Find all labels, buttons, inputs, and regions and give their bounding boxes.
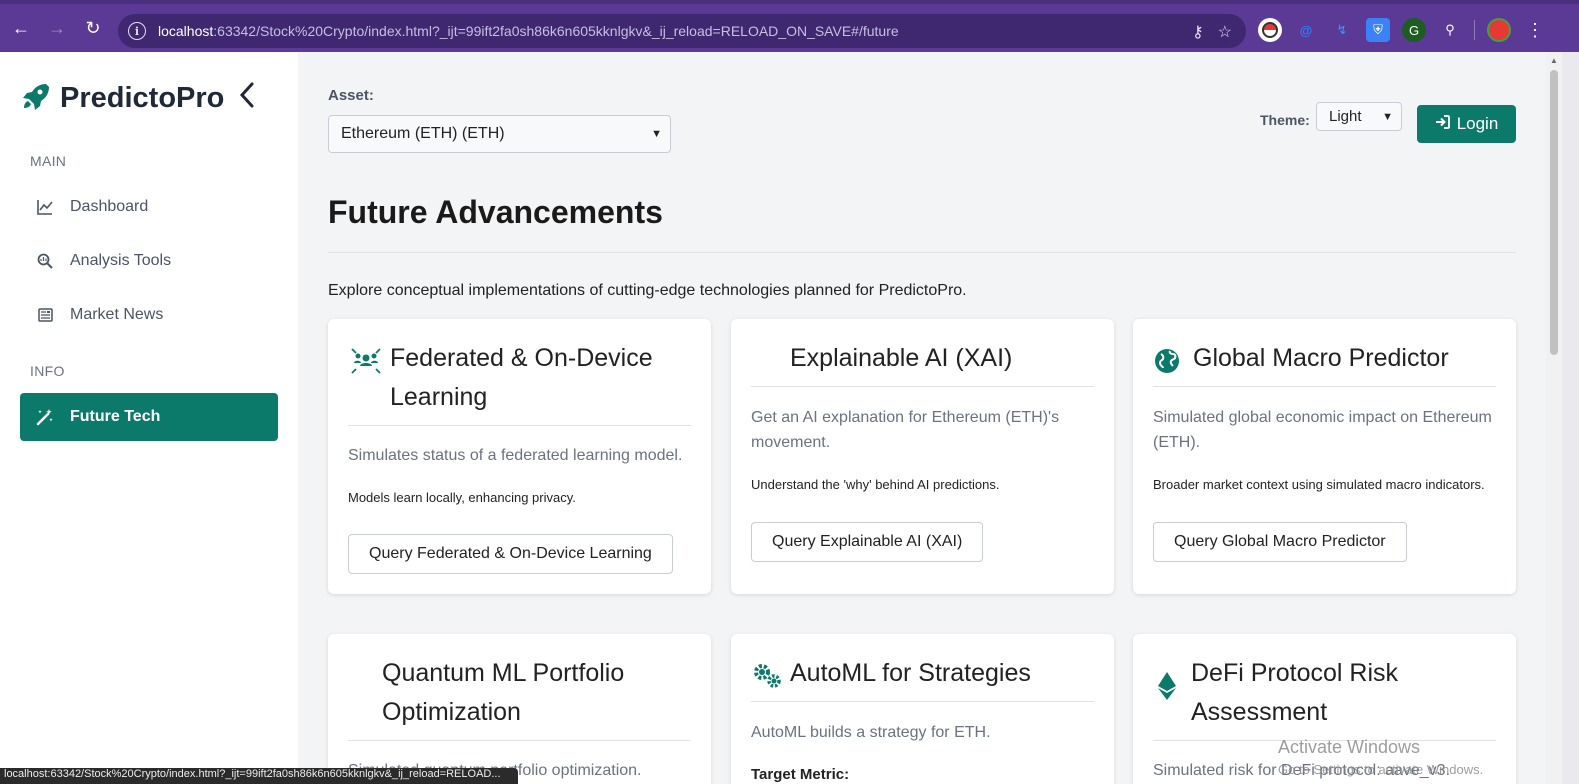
card-description: AutoML builds a strategy for ETH. xyxy=(751,724,991,741)
site-info-icon[interactable]: i xyxy=(128,22,146,40)
card-global-macro: Global Macro Predictor Simulated global … xyxy=(1133,319,1516,594)
scrollbar-thumb[interactable] xyxy=(1550,70,1558,355)
login-label: Login xyxy=(1456,114,1499,133)
card-divider xyxy=(348,425,691,426)
brand-name: PredictoPro xyxy=(60,82,225,114)
browser-menu-icon[interactable]: ⋮ xyxy=(1523,18,1547,42)
sidebar-item-future-tech[interactable]: Future Tech xyxy=(20,393,278,441)
link-status-bar: localhost:63342/Stock%20Crypto/index.htm… xyxy=(0,768,518,784)
card-note: Understand the 'why' behind AI predictio… xyxy=(751,477,1000,492)
sidebar-item-label: Market News xyxy=(70,306,164,323)
card-note: Broader market context using simulated m… xyxy=(1153,477,1485,492)
toolbar-divider xyxy=(1474,20,1475,40)
title-divider xyxy=(328,252,1516,253)
page-scrollbar[interactable]: ▲ xyxy=(1546,52,1562,784)
stack-extension-icon[interactable]: ↯ xyxy=(1330,18,1354,42)
card-quantum-ml: Quantum ML Portfolio Optimization Simula… xyxy=(328,634,711,784)
card-description: Get an AI explanation for Ethereum (ETH)… xyxy=(751,409,1060,451)
page-intro: Explore conceptual implementations of cu… xyxy=(328,282,967,299)
card-title: DeFi Protocol Risk Assessment xyxy=(1191,659,1398,726)
search-chart-icon xyxy=(36,252,54,270)
rocket-icon xyxy=(20,80,52,117)
card-title: Federated & On-Device Learning xyxy=(390,344,653,411)
password-key-icon[interactable]: ⚷ xyxy=(1192,22,1204,42)
card-description: Simulated global economic impact on Ethe… xyxy=(1153,409,1492,451)
shield-extension-icon[interactable]: ⛨ xyxy=(1366,18,1390,42)
watermark-title: Activate Windows xyxy=(1278,737,1421,757)
sidebar-item-dashboard[interactable]: Dashboard xyxy=(20,183,278,231)
card-title: Global Macro Predictor xyxy=(1193,344,1449,372)
card-divider xyxy=(348,740,691,741)
card-divider xyxy=(751,701,1094,702)
globe-icon xyxy=(1153,343,1181,379)
magic-wand-icon xyxy=(36,408,54,426)
theme-select-value: Light xyxy=(1329,108,1362,125)
query-federated-learning-button[interactable]: Query Federated & On-Device Learning xyxy=(348,534,673,574)
sidebar-item-label: Future Tech xyxy=(70,408,161,425)
chart-line-icon xyxy=(36,198,54,216)
card-title: Explainable AI (XAI) xyxy=(790,344,1013,372)
theme-label: Theme: xyxy=(1260,112,1310,128)
sidebar-item-analysis-tools[interactable]: Analysis Tools xyxy=(20,237,278,285)
url-host: localhost xyxy=(158,23,214,39)
sidebar: PredictoPro MAIN Dashboard Analysis Tool… xyxy=(0,52,298,784)
target-metric-label: Target Metric: xyxy=(751,766,850,783)
chevron-down-icon: ▼ xyxy=(1382,111,1393,123)
card-title: Quantum ML Portfolio Optimization xyxy=(382,659,625,726)
asset-label: Asset: xyxy=(328,87,374,104)
sign-in-icon xyxy=(1435,114,1451,135)
users-network-icon xyxy=(348,343,384,379)
reload-icon[interactable]: ↻ xyxy=(78,13,108,43)
card-title: AutoML for Strategies xyxy=(790,659,1031,687)
sidebar-item-label: Dashboard xyxy=(70,198,149,215)
grammar-extension-icon[interactable]: G xyxy=(1402,18,1426,42)
card-automl: AutoML for Strategies AutoML builds a st… xyxy=(731,634,1114,784)
card-description: Simulates status of a federated learning… xyxy=(348,447,683,464)
newspaper-icon xyxy=(36,306,54,324)
card-note: Models learn locally, enhancing privacy. xyxy=(348,490,576,505)
watermark-subtitle: Go to Settings to activate Windows. xyxy=(1278,762,1484,777)
brand-logo[interactable]: PredictoPro xyxy=(20,80,224,117)
bookmark-star-icon[interactable]: ☆ xyxy=(1218,22,1232,42)
puzzle-extensions-icon[interactable]: ⚲ xyxy=(1438,18,1462,42)
browser-toolbar: ← → ↻ i localhost:63342/Stock%20Crypto/i… xyxy=(0,0,1579,52)
profile-avatar[interactable] xyxy=(1487,18,1511,42)
activate-windows-watermark: Activate Windows Go to Settings to activ… xyxy=(1278,737,1483,777)
sidebar-item-label: Analysis Tools xyxy=(70,252,172,269)
section-label-main: MAIN xyxy=(30,153,67,169)
forward-icon[interactable]: → xyxy=(42,13,72,43)
ethereum-icon xyxy=(1153,668,1181,704)
pokeball-extension-icon[interactable] xyxy=(1258,18,1282,42)
asset-select-value: Ethereum (ETH) (ETH) xyxy=(341,125,505,142)
asset-select[interactable]: Ethereum (ETH) (ETH) ▼ xyxy=(328,115,671,153)
address-bar[interactable]: i localhost:63342/Stock%20Crypto/index.h… xyxy=(118,14,1246,48)
section-label-info: INFO xyxy=(30,363,65,379)
theme-select[interactable]: Light ▼ xyxy=(1316,102,1402,131)
window-edge xyxy=(1562,52,1579,784)
query-explainable-ai-button[interactable]: Query Explainable AI (XAI) xyxy=(751,522,984,562)
chevron-left-icon xyxy=(239,82,254,108)
gears-icon xyxy=(751,658,784,694)
url-text[interactable]: localhost:63342/Stock%20Crypto/index.htm… xyxy=(158,23,899,39)
card-divider xyxy=(1153,386,1496,387)
at-extension-icon[interactable]: @ xyxy=(1294,18,1318,42)
card-federated-learning: Federated & On-Device Learning Simulates… xyxy=(328,319,711,594)
page-title: Future Advancements xyxy=(328,194,663,230)
query-global-macro-button[interactable]: Query Global Macro Predictor xyxy=(1153,522,1407,562)
card-explainable-ai: Explainable AI (XAI) Get an AI explanati… xyxy=(731,319,1114,594)
back-icon[interactable]: ← xyxy=(6,13,36,43)
sidebar-item-market-news[interactable]: Market News xyxy=(20,291,278,339)
login-button[interactable]: Login xyxy=(1417,105,1516,143)
main-content: Asset: Ethereum (ETH) (ETH) ▼ Theme: Lig… xyxy=(298,52,1546,784)
url-path: :63342/Stock%20Crypto/index.html?_ijt=99… xyxy=(213,23,899,39)
card-divider xyxy=(751,386,1094,387)
sidebar-collapse-button[interactable] xyxy=(238,80,262,110)
scroll-up-icon[interactable]: ▲ xyxy=(1550,56,1558,65)
chevron-down-icon: ▼ xyxy=(651,128,662,140)
